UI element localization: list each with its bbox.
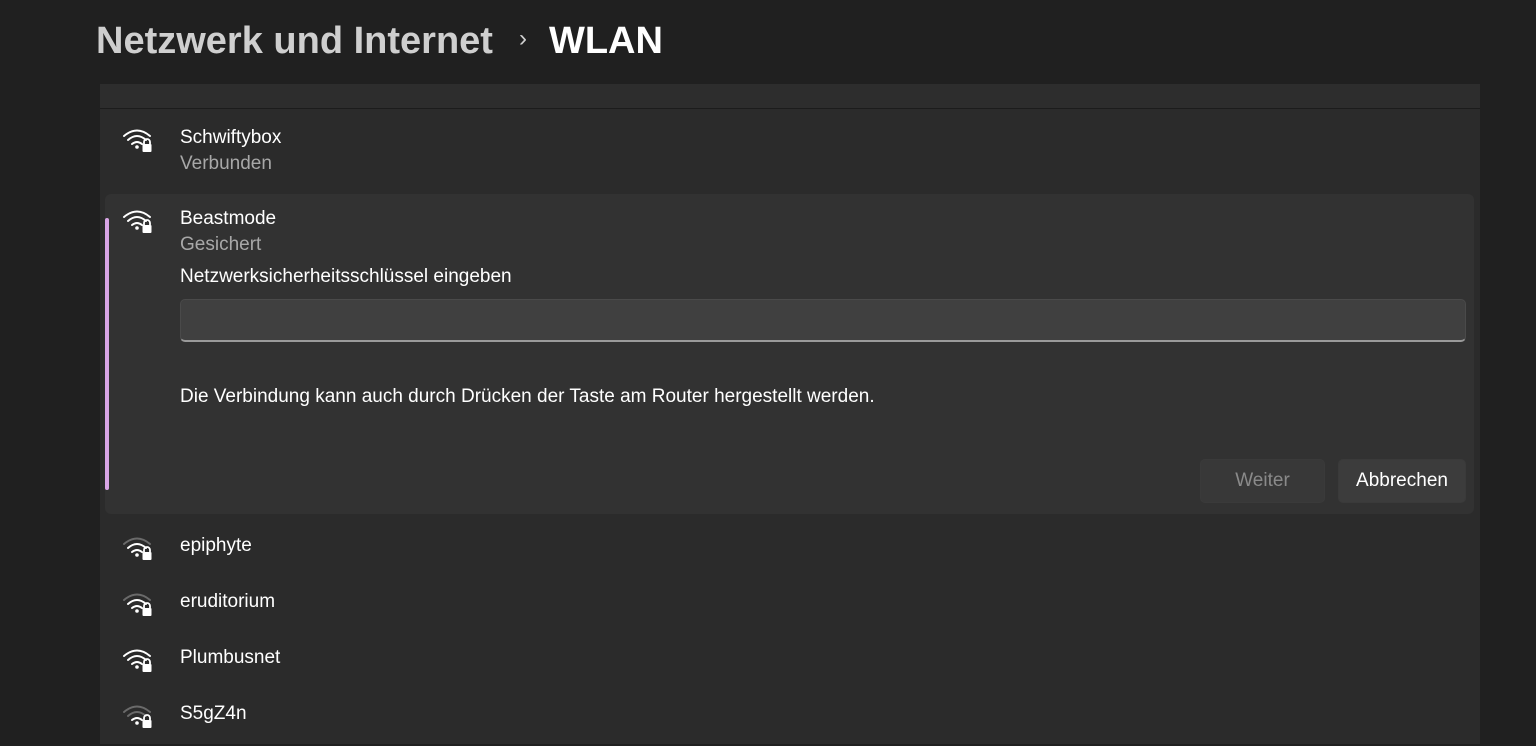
wifi-secured-icon — [123, 593, 152, 616]
list-header-strip — [100, 84, 1480, 109]
chevron-right-icon: › — [518, 25, 527, 52]
wifi-secured-icon — [123, 129, 152, 152]
network-name: Plumbusnet — [180, 647, 281, 668]
network-name: Beastmode — [180, 208, 277, 229]
network-item-epiphyte[interactable]: epiphyte — [100, 522, 1480, 578]
network-name: eruditorium — [180, 591, 276, 612]
network-item-schwiftybox[interactable]: Schwiftybox Verbunden — [100, 114, 1480, 190]
network-item-plumbusnet[interactable]: Plumbusnet — [100, 634, 1480, 690]
page-title: WLAN — [548, 19, 663, 62]
cancel-button[interactable]: Abbrechen — [1338, 459, 1466, 503]
network-name: Schwiftybox — [180, 127, 282, 148]
network-item-s5gz4n[interactable]: S5gZ4n — [100, 690, 1480, 746]
next-button[interactable]: Weiter — [1200, 459, 1325, 503]
network-name: epiphyte — [180, 535, 252, 556]
network-item-eruditorium[interactable]: eruditorium — [100, 578, 1480, 634]
breadcrumb-parent[interactable]: Netzwerk und Internet — [96, 20, 493, 63]
breadcrumb: Netzwerk und Internet › WLAN — [96, 14, 663, 68]
network-item-beastmode[interactable]: Beastmode Gesichert Netzwerksicherheitss… — [105, 194, 1474, 514]
wifi-secured-icon — [123, 537, 152, 560]
network-name: S5gZ4n — [180, 703, 247, 724]
network-status: Gesichert — [180, 234, 262, 255]
network-status: Verbunden — [180, 153, 272, 174]
selection-indicator — [105, 218, 109, 490]
security-key-input[interactable] — [180, 299, 1466, 342]
wifi-secured-icon — [123, 210, 152, 233]
wps-hint-text: Die Verbindung kann auch durch Drücken d… — [180, 386, 875, 407]
wifi-secured-icon — [123, 649, 152, 672]
network-list: Schwiftybox Verbunden Beastmode Gesicher… — [100, 84, 1480, 744]
security-key-label: Netzwerksicherheitsschlüssel eingeben — [180, 266, 512, 287]
